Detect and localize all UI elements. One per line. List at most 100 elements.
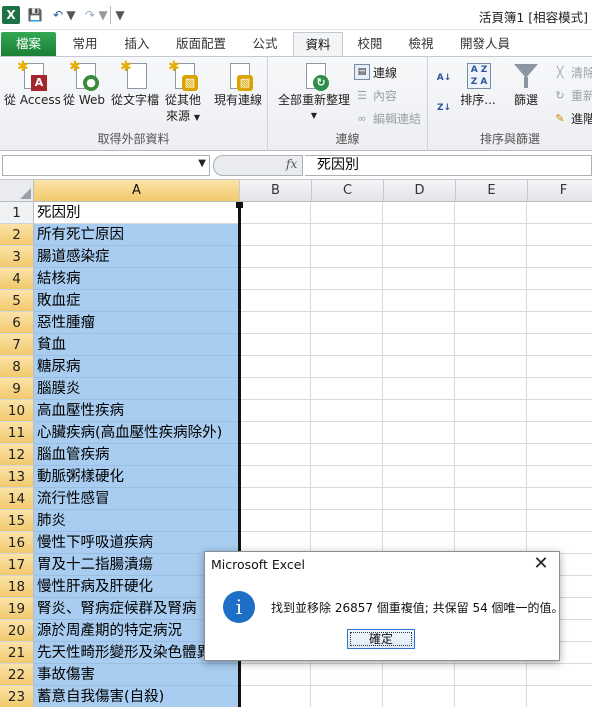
existing-connections-icon: ▧	[223, 61, 253, 91]
formula-input[interactable]: 死因別	[305, 155, 592, 176]
grid-cell[interactable]: 結核病	[34, 268, 240, 290]
grid-cell[interactable]: 惡性腫瘤	[34, 312, 240, 334]
grid-cell[interactable]: 貧血	[34, 334, 240, 356]
row-header[interactable]: 18	[0, 576, 34, 598]
sort-z-to-a-button[interactable]: Z↓	[436, 97, 455, 119]
active-cell[interactable]: 死因別	[34, 202, 240, 224]
group-get-external-data: ✱ A 從 Access ✱ ● 從 Web ✱ 從文字檔 ✱ ▧ 從其他 來源…	[0, 57, 268, 151]
row-header[interactable]: 4	[0, 268, 34, 290]
excel-icon[interactable]: X	[2, 6, 20, 24]
grid-cell[interactable]: 敗血症	[34, 290, 240, 312]
grid-cell[interactable]: 肺炎	[34, 510, 240, 532]
message-dialog: Microsoft Excel ✕ i 找到並移除 26857 個重複值; 共保…	[204, 551, 564, 661]
row-header[interactable]: 13	[0, 466, 34, 488]
save-icon[interactable]: 💾	[27, 6, 43, 24]
column-header-e[interactable]: E	[456, 180, 528, 202]
grid-cell[interactable]: 腸道感染症	[34, 246, 240, 268]
customize-quick-access-icon[interactable]: ▼	[115, 6, 125, 24]
grid-cell[interactable]: 流行性感冒	[34, 488, 240, 510]
tab-file[interactable]: 檔案	[1, 32, 56, 56]
grid-cell[interactable]: 高血壓性疾病	[34, 400, 240, 422]
tab-data[interactable]: 資料	[293, 32, 343, 56]
close-icon[interactable]: ✕	[531, 553, 551, 575]
redo-dropdown-icon[interactable]: ▼	[98, 6, 107, 24]
ok-button[interactable]: 確定	[347, 629, 415, 649]
select-all-button[interactable]	[0, 180, 34, 202]
undo-icon[interactable]: ↶	[50, 6, 66, 24]
grid-cell[interactable]: 腦膜炎	[34, 378, 240, 400]
grid-cell[interactable]: 心臟疾病(高血壓性疾病除外)	[34, 422, 240, 444]
row-header[interactable]: 23	[0, 686, 34, 707]
filter-button[interactable]: 篩選	[506, 61, 546, 107]
row-header[interactable]: 10	[0, 400, 34, 422]
column-header-d[interactable]: D	[384, 180, 456, 202]
advanced-filter-button[interactable]: ✎ 進階	[552, 107, 592, 129]
reapply-button[interactable]: ↻ 重新	[552, 84, 592, 106]
title-bar: X 💾 ↶ ▼ ↷ ▼ ▼ 活頁簿1 [相容模式]	[0, 0, 592, 30]
web-globe-icon: ✱ ●	[69, 59, 99, 91]
name-box[interactable]: ▼	[2, 155, 210, 176]
reapply-icon: ↻	[555, 88, 565, 102]
row-header[interactable]: 5	[0, 290, 34, 312]
row-header[interactable]: 19	[0, 598, 34, 620]
column-header-c[interactable]: C	[312, 180, 384, 202]
grid-cell[interactable]: 事故傷害	[34, 664, 240, 686]
undo-dropdown-icon[interactable]: ▼	[66, 6, 75, 24]
edit-links-icon: ∞	[357, 111, 367, 125]
existing-connections-button[interactable]: ▧ 現有連線	[210, 61, 266, 107]
properties-button[interactable]: ☰ 內容	[354, 84, 397, 106]
tab-view[interactable]: 檢視	[398, 32, 444, 56]
row-header[interactable]: 14	[0, 488, 34, 510]
tab-developer[interactable]: 開發人員	[450, 32, 520, 56]
clear-filter-button[interactable]: ╳ 清除	[552, 61, 592, 83]
row-header[interactable]: 2	[0, 224, 34, 246]
column-header-f[interactable]: F	[528, 180, 592, 202]
sort-button[interactable]: A ZZ A 排序...	[458, 61, 498, 107]
column-header-a[interactable]: A	[34, 180, 240, 202]
refresh-all-button[interactable]: ↻ 全部重新整理 ▼	[272, 61, 356, 123]
tab-formulas[interactable]: 公式	[242, 32, 288, 56]
formula-bar: ▼ fx 死因別	[0, 151, 592, 180]
grid-cell[interactable]: 動脈粥樣硬化	[34, 466, 240, 488]
tab-home[interactable]: 常用	[62, 32, 108, 56]
from-other-sources-button[interactable]: ✱ ▧ 從其他 來源 ▼	[160, 59, 206, 125]
row-header[interactable]: 11	[0, 422, 34, 444]
from-access-button[interactable]: ✱ A 從 Access	[4, 59, 61, 107]
connections-button[interactable]: ▤ 連線	[354, 61, 397, 83]
row-header[interactable]: 9	[0, 378, 34, 400]
name-box-dropdown-icon[interactable]: ▼	[198, 158, 206, 169]
from-web-button[interactable]: ✱ ● 從 Web	[60, 59, 108, 107]
refresh-all-icon: ↻	[299, 61, 329, 91]
from-text-button[interactable]: ✱ 從文字檔	[108, 59, 162, 107]
column-header-b[interactable]: B	[240, 180, 312, 202]
row-header[interactable]: 7	[0, 334, 34, 356]
row-header[interactable]: 16	[0, 532, 34, 554]
row-header[interactable]: 17	[0, 554, 34, 576]
grid-cell[interactable]: 所有死亡原因	[34, 224, 240, 246]
insert-function-icon[interactable]: fx	[286, 157, 297, 171]
row-header[interactable]: 3	[0, 246, 34, 268]
refresh-dropdown-icon: ▼	[310, 111, 318, 120]
row-header[interactable]: 15	[0, 510, 34, 532]
grid-cell[interactable]: 糖尿病	[34, 356, 240, 378]
from-web-label: 從 Web	[63, 93, 105, 107]
existing-connections-label: 現有連線	[213, 93, 262, 107]
sort-dialog-icon: A ZZ A	[463, 61, 493, 91]
redo-icon[interactable]: ↷	[82, 6, 98, 24]
row-header[interactable]: 20	[0, 620, 34, 642]
tab-review[interactable]: 校閱	[348, 32, 392, 56]
grid-cell[interactable]: 蓄意自我傷害(自殺)	[34, 686, 240, 707]
row-header[interactable]: 6	[0, 312, 34, 334]
row-header[interactable]: 22	[0, 664, 34, 686]
row-header[interactable]: 1	[0, 202, 34, 224]
row-header[interactable]: 21	[0, 642, 34, 664]
tab-insert[interactable]: 插入	[114, 32, 160, 56]
row-header[interactable]: 12	[0, 444, 34, 466]
from-text-label: 從文字檔	[110, 93, 159, 107]
from-access-label: 從 Access	[4, 93, 61, 107]
grid-cell[interactable]: 腦血管疾病	[34, 444, 240, 466]
sort-a-to-z-button[interactable]: A↓	[436, 67, 455, 89]
tab-page-layout[interactable]: 版面配置	[166, 32, 236, 56]
row-header[interactable]: 8	[0, 356, 34, 378]
edit-links-button[interactable]: ∞ 編輯連結	[354, 107, 421, 129]
